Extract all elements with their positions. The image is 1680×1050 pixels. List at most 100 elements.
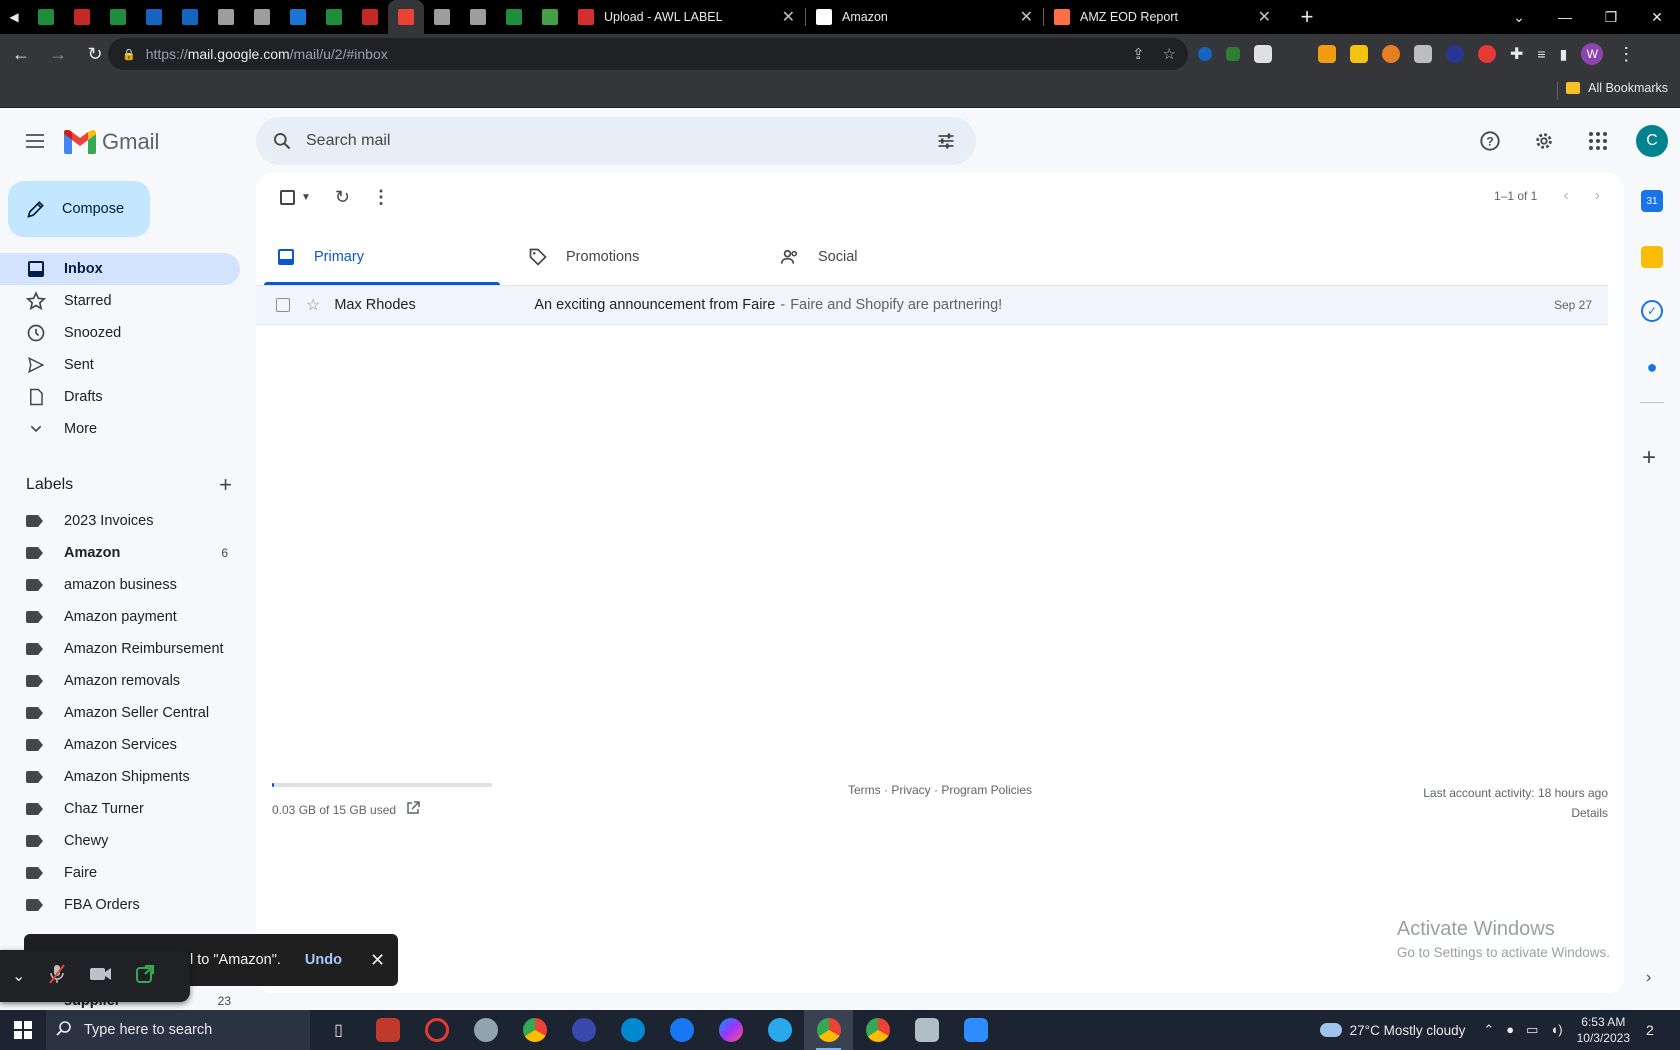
extension-icon[interactable]: [1350, 45, 1368, 63]
sidebar-label[interactable]: Amazon removals: [0, 665, 240, 697]
minimize-button[interactable]: —: [1542, 0, 1588, 34]
mail-row[interactable]: ☆ Max Rhodes An exciting announcement from…: [256, 285, 1608, 325]
pinned-tab[interactable]: [352, 0, 388, 34]
mail-checkbox[interactable]: [276, 298, 290, 312]
taskbar-app-icon[interactable]: [363, 1010, 412, 1050]
pinned-tab[interactable]: [532, 0, 568, 34]
tab-social[interactable]: Social: [768, 229, 1020, 285]
contacts-icon[interactable]: ●: [1641, 356, 1663, 378]
search-options-icon[interactable]: [934, 129, 958, 153]
sidebar-label[interactable]: Faire: [0, 857, 240, 889]
sidebar-item-more[interactable]: More: [0, 413, 240, 445]
pinned-tab[interactable]: [136, 0, 172, 34]
microphone-icon[interactable]: ●: [1506, 1022, 1514, 1038]
chrome-profile-va-icon[interactable]: [853, 1010, 902, 1050]
keep-icon[interactable]: [1641, 246, 1663, 268]
open-in-new-icon[interactable]: [135, 964, 155, 989]
extension-icon[interactable]: [1286, 45, 1304, 63]
network-icon[interactable]: ▭: [1526, 1022, 1538, 1038]
terms-link[interactable]: Terms: [848, 783, 881, 797]
program-policies-link[interactable]: Program Policies: [941, 783, 1032, 797]
pinned-tab[interactable]: [244, 0, 280, 34]
close-tab-icon[interactable]: ✕: [782, 7, 795, 27]
opera-icon[interactable]: [412, 1010, 461, 1050]
forward-button[interactable]: →: [42, 38, 74, 70]
sidebar-item-drafts[interactable]: Drafts: [0, 381, 240, 413]
hide-side-panel-chevron-icon[interactable]: ›: [1646, 969, 1651, 987]
extensions-puzzle-icon[interactable]: ✚: [1510, 44, 1523, 64]
browser-menu-icon[interactable]: ⋮: [1617, 44, 1635, 65]
windows-start-icon[interactable]: [0, 1010, 46, 1050]
browser-tab[interactable]: Upload - AWL LABEL ✕: [568, 0, 805, 34]
chrome-profile-w-icon[interactable]: [804, 1010, 853, 1050]
back-button[interactable]: ←: [5, 38, 37, 70]
sidebar-item-inbox[interactable]: Inbox: [0, 253, 240, 285]
extension-icon[interactable]: [1318, 45, 1336, 63]
refresh-icon[interactable]: ↻: [335, 187, 350, 208]
sidebar-label[interactable]: Amazon Shipments: [0, 761, 240, 793]
weather-widget[interactable]: 27°C Mostly cloudy: [1319, 1023, 1465, 1038]
sidebar-item-sent[interactable]: Sent: [0, 349, 240, 381]
browser-tab[interactable]: Amazon ✕: [806, 0, 1043, 34]
media-control-icon[interactable]: ≡: [1537, 46, 1545, 62]
tasks-icon[interactable]: ✓: [1641, 300, 1663, 322]
pinned-tab[interactable]: [280, 0, 316, 34]
sidebar-label[interactable]: Amazon 6: [0, 537, 240, 569]
undo-button[interactable]: Undo: [305, 952, 342, 968]
sidebar-label[interactable]: 2023 Invoices: [0, 505, 240, 537]
sidebar-label[interactable]: Amazon Seller Central: [0, 697, 240, 729]
account-avatar[interactable]: C: [1636, 125, 1668, 157]
settings-gear-icon[interactable]: [1524, 121, 1564, 161]
pinned-tab[interactable]: [100, 0, 136, 34]
close-window-button[interactable]: ✕: [1634, 0, 1680, 34]
compose-button[interactable]: Compose: [8, 181, 150, 237]
newer-page-chevron-icon[interactable]: ›: [1595, 187, 1600, 205]
taskbar-search-box[interactable]: Type here to search: [46, 1010, 310, 1050]
show-hidden-icons-chevron[interactable]: ⌃: [1483, 1022, 1494, 1038]
pinned-tab[interactable]: [28, 0, 64, 34]
extension-icon[interactable]: [1478, 45, 1496, 63]
collapse-chevron-icon[interactable]: ⌄: [12, 966, 25, 986]
sidebar-label[interactable]: Chewy: [0, 825, 240, 857]
pinned-tab[interactable]: [172, 0, 208, 34]
reload-button[interactable]: ↻: [79, 38, 111, 70]
mic-muted-icon[interactable]: [47, 963, 67, 990]
extension-icon[interactable]: [1382, 45, 1400, 63]
side-panel-icon[interactable]: ▮: [1560, 46, 1568, 63]
create-label-plus-icon[interactable]: +: [219, 472, 232, 498]
taskbar-app-icon[interactable]: [559, 1010, 608, 1050]
taskbar-app-icon[interactable]: [461, 1010, 510, 1050]
select-all-checkbox[interactable]: [280, 189, 295, 205]
notification-center-icon[interactable]: 2: [1646, 1022, 1668, 1038]
sidebar-item-starred[interactable]: Starred: [0, 285, 240, 317]
select-dropdown-caret-icon[interactable]: ▼: [301, 192, 311, 203]
sidebar-label[interactable]: amazon business: [0, 569, 240, 601]
pinned-tab[interactable]: [424, 0, 460, 34]
older-page-chevron-icon[interactable]: ‹: [1563, 187, 1568, 205]
browser-profile-avatar[interactable]: W: [1581, 43, 1604, 65]
help-icon[interactable]: ?: [1470, 121, 1510, 161]
close-snackbar-icon[interactable]: ✕: [370, 950, 385, 971]
restore-button[interactable]: ❐: [1588, 0, 1634, 34]
sidebar-label[interactable]: Amazon Reimbursement: [0, 633, 240, 665]
details-link[interactable]: Details: [1423, 803, 1608, 823]
taskbar-clock[interactable]: 6:53 AM 10/3/2023: [1577, 1014, 1630, 1046]
close-tab-icon[interactable]: ✕: [1020, 7, 1033, 27]
tab-primary[interactable]: Primary: [264, 229, 516, 285]
pinned-tab[interactable]: [208, 0, 244, 34]
extension-icon[interactable]: [1198, 47, 1212, 61]
sidebar-item-snoozed[interactable]: Snoozed: [0, 317, 240, 349]
pinned-tab[interactable]: [316, 0, 352, 34]
facebook-icon[interactable]: [657, 1010, 706, 1050]
skype-icon[interactable]: [608, 1010, 657, 1050]
gmail-logo[interactable]: Gmail: [64, 129, 159, 155]
sidebar-label[interactable]: Chaz Turner: [0, 793, 240, 825]
share-icon[interactable]: ⇪: [1132, 45, 1145, 63]
sidebar-label[interactable]: Amazon Services: [0, 729, 240, 761]
calendar-icon[interactable]: 31: [1641, 190, 1663, 212]
pinned-tab[interactable]: [496, 0, 532, 34]
new-tab-button[interactable]: +: [1293, 4, 1321, 30]
tab-search-button[interactable]: ◀: [0, 0, 28, 34]
tab-promotions[interactable]: Promotions: [516, 229, 768, 285]
pinned-tab[interactable]: [460, 0, 496, 34]
